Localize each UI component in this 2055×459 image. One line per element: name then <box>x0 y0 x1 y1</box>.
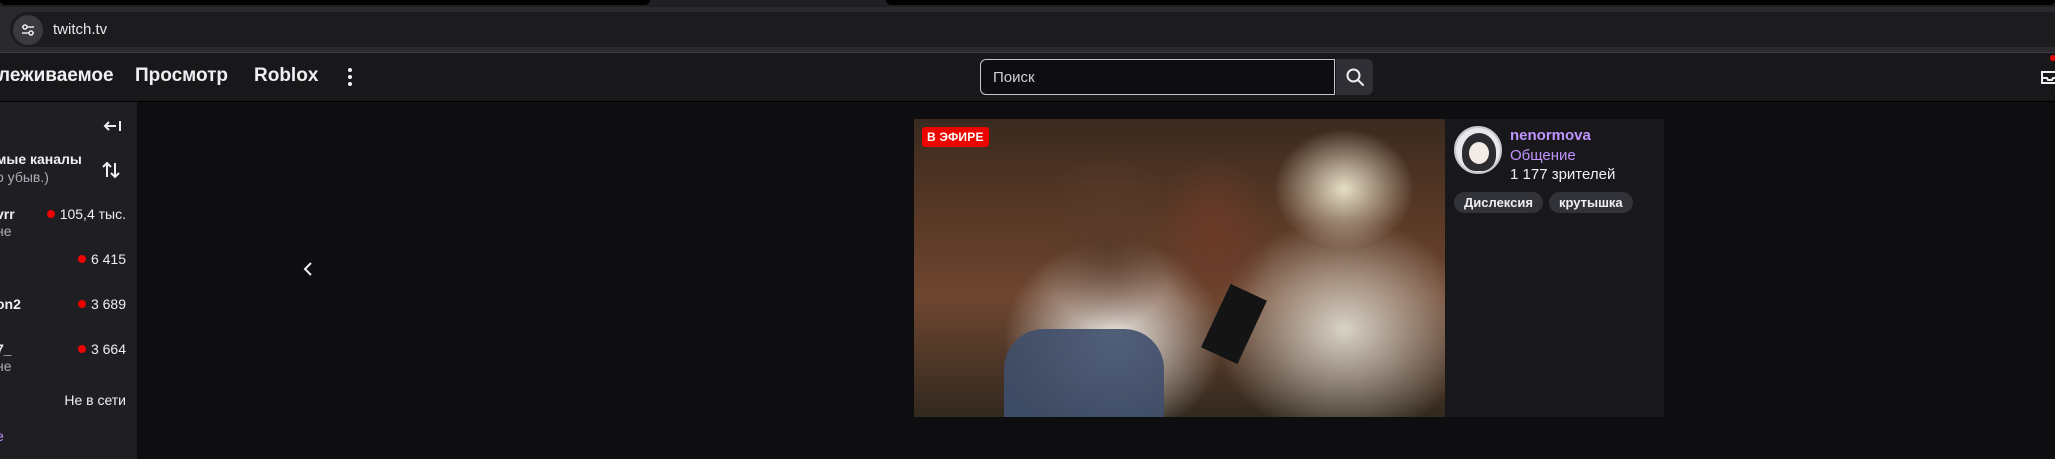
stream-tag[interactable]: Дислексия <box>1454 192 1543 213</box>
stream-info-panel: nenormova Общение 1 177 зрителей Дислекс… <box>1445 119 1664 417</box>
inbox-icon[interactable] <box>2040 67 2055 87</box>
search-icon <box>1346 68 1364 86</box>
sidebar: мые каналы о убыв.) vrr не 105,4 тыс. 6 … <box>0 102 137 459</box>
live-viewer-count: 3 689 <box>77 296 126 312</box>
stream-category-link[interactable]: Общение <box>1510 147 1576 164</box>
search-input[interactable] <box>980 59 1335 95</box>
viewer-count-text: 105,4 тыс. <box>59 206 126 222</box>
video-frame-detail <box>1004 329 1164 417</box>
more-menu-icon[interactable] <box>343 63 357 91</box>
video-frame-detail <box>1201 283 1267 365</box>
stream-video-player[interactable]: В ЭФИРЕ <box>914 119 1445 417</box>
followed-channels-sort-label: о убыв.) <box>0 169 49 185</box>
streamer-name-link[interactable]: nenormova <box>1510 127 1591 144</box>
url-field[interactable]: twitch.tv <box>10 12 2055 47</box>
offline-status: Не в сети <box>64 392 126 408</box>
nav-following-link[interactable]: леживаемое <box>0 65 114 87</box>
url-text: twitch.tv <box>53 21 108 38</box>
viewer-count-text: 6 415 <box>90 251 126 267</box>
sort-icon[interactable] <box>100 158 122 182</box>
live-dot-icon <box>77 345 86 353</box>
live-dot-icon <box>46 210 55 218</box>
nav-browse-link[interactable]: Просмотр <box>135 65 228 87</box>
live-viewer-count: 6 415 <box>77 251 126 267</box>
browser-tab[interactable] <box>886 0 2055 5</box>
channel-category: не <box>0 223 12 239</box>
live-viewer-count: 105,4 тыс. <box>46 206 126 222</box>
collapse-sidebar-icon[interactable] <box>100 114 124 138</box>
notification-badge <box>2050 55 2055 61</box>
viewer-count-text: 3 689 <box>90 296 126 312</box>
featured-stream-card[interactable]: В ЭФИРЕ nenormova Общение 1 177 зрителей… <box>914 119 1664 417</box>
live-viewer-count: 3 664 <box>77 341 126 357</box>
live-dot-icon <box>77 255 86 263</box>
stream-tags: Дислексия крутышка <box>1454 192 1633 213</box>
live-dot-icon <box>77 300 86 308</box>
live-badge: В ЭФИРЕ <box>922 127 989 147</box>
top-nav: леживаемое Просмотр Roblox <box>0 53 2055 102</box>
followed-channels-heading: мые каналы <box>0 151 82 167</box>
browser-address-bar: twitch.tv <box>0 7 2055 52</box>
channel-category: не <box>0 358 12 374</box>
viewer-count-text: 3 664 <box>90 341 126 357</box>
site-settings-icon[interactable] <box>13 14 43 45</box>
stream-viewer-count: 1 177 зрителей <box>1510 166 1616 183</box>
streamer-avatar[interactable] <box>1454 126 1502 174</box>
channel-name: on2 <box>0 296 21 312</box>
browser-tab-strip <box>0 0 2055 7</box>
browser-tab[interactable] <box>0 0 650 5</box>
nav-roblox-link[interactable]: Roblox <box>254 65 318 87</box>
search-button[interactable] <box>1336 59 1373 95</box>
show-more-link[interactable]: е <box>0 428 4 444</box>
channel-name: 7_ <box>0 341 12 357</box>
carousel-prev-button[interactable] <box>296 255 320 283</box>
chevron-left-icon <box>303 262 312 276</box>
channel-name: vrr <box>0 206 15 222</box>
stream-tag[interactable]: крутышка <box>1548 192 1633 213</box>
